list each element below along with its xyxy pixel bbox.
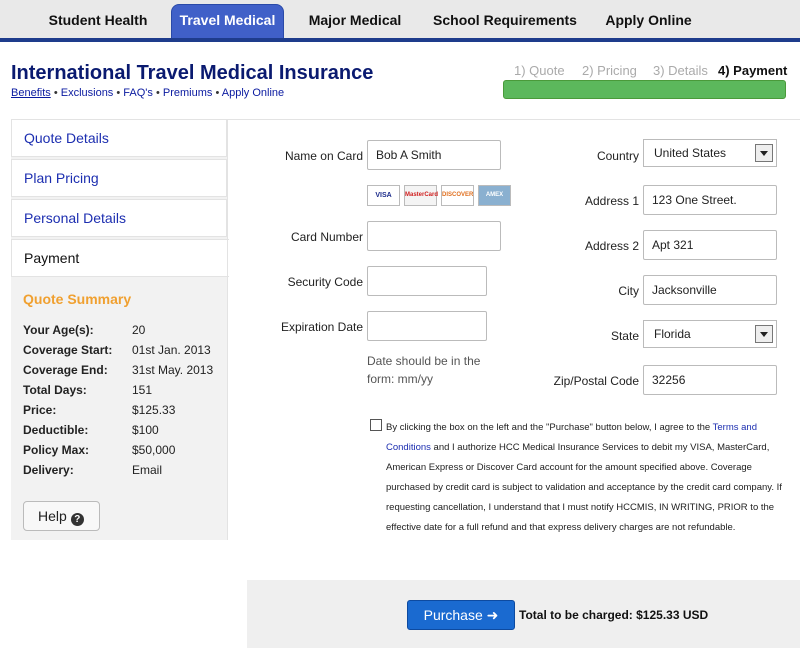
sub-links: Benefits • Exclusions • FAQ's • Premiums… bbox=[11, 87, 284, 99]
sidebar-item-personal-details[interactable]: Personal Details bbox=[11, 199, 227, 237]
link-separator: • bbox=[155, 87, 160, 99]
link-exclusions[interactable]: Exclusions bbox=[61, 87, 114, 99]
link-faqs[interactable]: FAQ's bbox=[123, 87, 153, 99]
address1-label: Address 1 bbox=[584, 194, 639, 208]
city-label: City bbox=[618, 284, 639, 298]
security-code-label: Security Code bbox=[287, 275, 363, 289]
expiration-date-label: Expiration Date bbox=[280, 320, 363, 334]
top-navigation: Student Health Travel Medical Major Medi… bbox=[0, 0, 800, 42]
sidebar-item-plan-pricing[interactable]: Plan Pricing bbox=[11, 159, 227, 197]
chevron-down-icon bbox=[755, 144, 773, 162]
state-select[interactable]: Florida bbox=[643, 320, 777, 348]
terms-text: By clicking the box on the left and the … bbox=[386, 422, 782, 533]
security-code-input[interactable] bbox=[367, 266, 487, 296]
name-on-card-input[interactable]: Bob A Smith bbox=[367, 140, 501, 170]
address2-input[interactable]: Apt 321 bbox=[643, 230, 777, 260]
discover-icon: DISCOVER bbox=[441, 185, 474, 206]
mastercard-icon: MasterCard bbox=[404, 185, 438, 206]
address2-label: Address 2 bbox=[584, 239, 639, 253]
step-pricing: 2) Pricing bbox=[582, 63, 637, 78]
visa-icon: VISA bbox=[367, 185, 400, 206]
link-premiums[interactable]: Premiums bbox=[163, 87, 213, 99]
city-input[interactable]: Jacksonville bbox=[643, 275, 777, 305]
link-separator: • bbox=[215, 87, 220, 99]
card-number-label: Card Number bbox=[290, 230, 363, 244]
card-number-input[interactable] bbox=[367, 221, 501, 251]
sidebar-item-payment[interactable]: Payment bbox=[11, 239, 229, 277]
expiration-date-input[interactable] bbox=[367, 311, 487, 341]
divider bbox=[227, 119, 800, 120]
state-label: State bbox=[610, 329, 639, 343]
zip-label: Zip/Postal Code bbox=[553, 374, 639, 388]
tab-student-health[interactable]: Student Health bbox=[38, 5, 158, 38]
link-separator: • bbox=[53, 87, 58, 99]
step-quote: 1) Quote bbox=[514, 63, 565, 78]
help-label: Help bbox=[38, 508, 67, 524]
link-apply-online[interactable]: Apply Online bbox=[222, 87, 284, 99]
tab-travel-medical[interactable]: Travel Medical bbox=[171, 4, 284, 38]
purchase-button[interactable]: Purchase ➜ bbox=[407, 600, 515, 630]
chevron-down-icon bbox=[755, 325, 773, 343]
address1-input[interactable]: 123 One Street. bbox=[643, 185, 777, 215]
link-benefits[interactable]: Benefits bbox=[11, 87, 51, 99]
tab-apply-online[interactable]: Apply Online bbox=[596, 5, 701, 38]
country-select[interactable]: United States bbox=[643, 139, 777, 167]
step-details: 3) Details bbox=[653, 63, 708, 78]
step-payment: 4) Payment bbox=[718, 63, 788, 78]
progress-bar bbox=[503, 80, 786, 99]
page-title: International Travel Medical Insurance bbox=[11, 62, 374, 84]
divider bbox=[227, 119, 228, 540]
link-separator: • bbox=[116, 87, 121, 99]
tab-school-requirements[interactable]: School Requirements bbox=[430, 5, 580, 38]
tab-major-medical[interactable]: Major Medical bbox=[300, 5, 410, 38]
question-icon: ? bbox=[70, 513, 84, 526]
expiration-hint: Date should be in the form: mm/yy bbox=[367, 354, 481, 386]
sidebar-item-quote-details[interactable]: Quote Details bbox=[11, 119, 227, 157]
name-on-card-label: Name on Card bbox=[284, 149, 363, 163]
help-button[interactable]: Help? bbox=[23, 501, 100, 531]
zip-input[interactable]: 32256 bbox=[643, 365, 777, 395]
country-value: United States bbox=[654, 146, 727, 160]
terms-checkbox[interactable] bbox=[370, 419, 382, 431]
country-label: Country bbox=[596, 149, 639, 163]
amex-icon: AMEX bbox=[478, 185, 511, 206]
total-charged: Total to be charged: $125.33 USD bbox=[519, 608, 709, 622]
quote-summary-title: Quote Summary bbox=[23, 291, 132, 307]
sidebar: Quote Details Plan Pricing Personal Deta… bbox=[11, 119, 229, 540]
state-value: Florida bbox=[654, 327, 691, 341]
